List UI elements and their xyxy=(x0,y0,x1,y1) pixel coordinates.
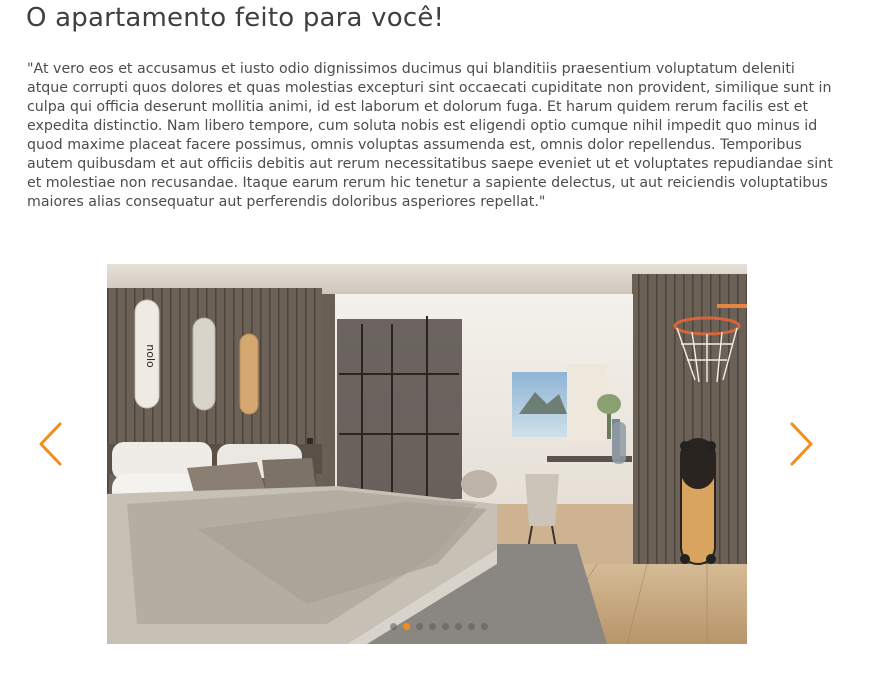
chevron-right-icon xyxy=(790,422,813,466)
carousel-dot[interactable] xyxy=(428,623,436,630)
carousel-pagination xyxy=(0,623,877,635)
carousel-dot[interactable] xyxy=(467,623,475,630)
carousel-next-button[interactable] xyxy=(786,420,818,468)
carousel-slide-image: nolo xyxy=(107,264,747,644)
carousel-dot[interactable] xyxy=(480,623,488,630)
carousel-dot[interactable] xyxy=(454,623,462,630)
chevron-left-icon xyxy=(39,422,62,466)
bedroom-photo: nolo xyxy=(107,264,747,644)
carousel-dot[interactable] xyxy=(402,623,410,630)
carousel-dot[interactable] xyxy=(441,623,449,630)
carousel-prev-button[interactable] xyxy=(34,420,66,468)
svg-text:nolo: nolo xyxy=(144,344,157,368)
page-title: O apartamento feito para você! xyxy=(26,3,445,33)
intro-paragraph: "At vero eos et accusamus et iusto odio … xyxy=(27,61,833,210)
carousel-dot[interactable] xyxy=(389,623,397,630)
carousel-dot[interactable] xyxy=(415,623,423,630)
image-carousel: nolo xyxy=(0,264,877,644)
